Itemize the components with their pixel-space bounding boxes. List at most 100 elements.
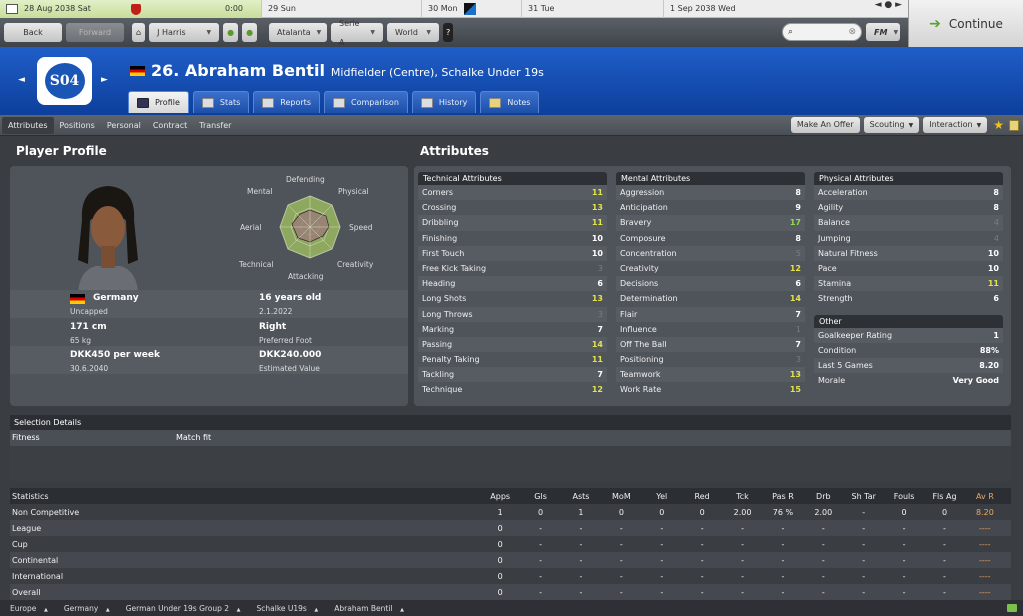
attribute-row[interactable]: Creativity 12: [616, 261, 805, 276]
attribute-row[interactable]: Strength 6: [814, 291, 1003, 306]
previous-player-icon[interactable]: ◄: [18, 75, 25, 85]
scouting-menu[interactable]: Scouting ▼: [863, 117, 920, 133]
attribute-row[interactable]: Long Throws 3: [418, 306, 607, 322]
add-note-icon[interactable]: [1009, 119, 1019, 131]
attribute-row[interactable]: Condition 88%: [814, 343, 1003, 358]
chevron-down-icon: ▼: [893, 28, 899, 36]
forward-button[interactable]: Forward: [66, 23, 124, 42]
statistics-row-label: Non Competitive: [12, 507, 80, 517]
attribute-row[interactable]: Teamwork 13: [616, 367, 805, 383]
statistics-column-header[interactable]: Pas R: [763, 492, 803, 501]
attribute-row[interactable]: Dribbling 11: [418, 215, 607, 231]
club-menu[interactable]: Atalanta ▼: [269, 23, 328, 42]
timeline-day[interactable]: 31 Tue: [522, 0, 664, 18]
timeline-nav-arrows[interactable]: ◄ ● ►: [875, 0, 902, 10]
attribute-row[interactable]: Passing 14: [418, 336, 607, 353]
statistics-column-header[interactable]: Fls Ag: [924, 492, 964, 501]
attribute-row[interactable]: Decisions 6: [616, 276, 805, 292]
timeline-current-day[interactable]: 28 Aug 2038 Sat 0:00: [0, 0, 262, 18]
attribute-row[interactable]: Composure 8: [616, 231, 805, 246]
back-button[interactable]: Back: [4, 23, 62, 42]
attribute-row[interactable]: Balance 4: [814, 215, 1003, 231]
statistics-column-header[interactable]: Asts: [561, 492, 601, 501]
breadcrumb-item[interactable]: Germany: [64, 604, 110, 613]
tab-stats[interactable]: Stats: [192, 91, 250, 113]
fm-menu[interactable]: FM ▼: [866, 23, 900, 41]
star-icon[interactable]: ★: [993, 118, 1004, 132]
statistics-column-header[interactable]: MoM: [601, 492, 641, 501]
club-badge[interactable]: S04: [37, 57, 92, 105]
breadcrumb-item[interactable]: Schalke U19s: [257, 604, 319, 613]
tab-profile[interactable]: Profile: [128, 91, 189, 113]
attribute-row[interactable]: Stamina 11: [814, 276, 1003, 292]
attribute-row[interactable]: Natural Fitness 10: [814, 245, 1003, 261]
attribute-row[interactable]: Marking 7: [418, 322, 607, 337]
statistics-column-header[interactable]: Gls: [520, 492, 560, 501]
attribute-row[interactable]: Crossing 13: [418, 200, 607, 215]
subtab-transfer[interactable]: Transfer: [193, 117, 237, 134]
attribute-row[interactable]: Aggression 8: [616, 185, 805, 201]
attribute-row[interactable]: First Touch 10: [418, 245, 607, 261]
news-button[interactable]: ●: [242, 23, 258, 42]
make-offer-button[interactable]: Make An Offer: [790, 117, 860, 133]
home-button[interactable]: ⌂: [132, 23, 146, 42]
attribute-row[interactable]: Influence 1: [616, 322, 805, 337]
attribute-row[interactable]: Jumping 4: [814, 231, 1003, 246]
attribute-row[interactable]: Pace 10: [814, 261, 1003, 276]
timeline-day[interactable]: 1 Sep 2038 Wed: [664, 0, 808, 18]
attribute-row[interactable]: Goalkeeper Rating 1: [814, 327, 1003, 343]
tab-history[interactable]: History: [411, 91, 477, 113]
breadcrumb-item[interactable]: Abraham Bentil: [334, 604, 404, 613]
attribute-row[interactable]: Concentration 5: [616, 245, 805, 261]
clear-search-icon[interactable]: ⊗: [848, 27, 856, 37]
interaction-menu[interactable]: Interaction ▼: [923, 117, 988, 133]
world-menu[interactable]: World ▼: [387, 23, 440, 42]
attribute-row[interactable]: Flair 7: [616, 306, 805, 322]
attribute-row[interactable]: Positioning 3: [616, 352, 805, 367]
statistics-column-header[interactable]: Fouls: [884, 492, 924, 501]
tab-notes[interactable]: Notes: [480, 91, 540, 113]
attribute-row[interactable]: Anticipation 9: [616, 200, 805, 215]
continue-button[interactable]: ➔ Continue: [908, 0, 1023, 47]
search-input[interactable]: ⌕ ⊗: [782, 23, 862, 41]
attribute-row[interactable]: Finishing 10: [418, 231, 607, 246]
manager-menu[interactable]: J Harris ▼: [149, 23, 220, 42]
subtab-personal[interactable]: Personal: [101, 117, 147, 134]
statistics-column-header[interactable]: Drb: [803, 492, 843, 501]
attribute-row[interactable]: Acceleration 8: [814, 185, 1003, 201]
attribute-row[interactable]: Long Shots 13: [418, 291, 607, 306]
timeline-day[interactable]: 30 Mon: [422, 0, 522, 18]
statistics-column-header[interactable]: Red: [682, 492, 722, 501]
attribute-row[interactable]: Bravery 17: [616, 215, 805, 231]
inbox-button[interactable]: ●: [223, 23, 239, 42]
subtab-attributes[interactable]: Attributes: [2, 117, 54, 134]
subtab-positions[interactable]: Positions: [54, 117, 101, 134]
attribute-row[interactable]: Tackling 7: [418, 367, 607, 383]
subtab-contract[interactable]: Contract: [147, 117, 193, 134]
attribute-row[interactable]: Last 5 Games 8.20: [814, 357, 1003, 374]
attribute-row[interactable]: Agility 8: [814, 200, 1003, 215]
attribute-row[interactable]: Heading 6: [418, 276, 607, 292]
attribute-value: 14: [591, 339, 603, 349]
attribute-row[interactable]: Off The Ball 7: [616, 336, 805, 353]
next-player-icon[interactable]: ►: [101, 75, 108, 85]
nationality[interactable]: Germany: [93, 293, 139, 303]
attribute-row[interactable]: Free Kick Taking 3: [418, 261, 607, 276]
attribute-row[interactable]: Penalty Taking 11: [418, 352, 607, 367]
breadcrumb-item[interactable]: German Under 19s Group 2: [126, 604, 241, 613]
attribute-row[interactable]: Morale Very Good: [814, 373, 1003, 388]
attribute-row[interactable]: Work Rate 15: [616, 382, 805, 397]
statistics-column-header[interactable]: Tck: [722, 492, 762, 501]
attribute-row[interactable]: Corners 11: [418, 185, 607, 201]
statistics-column-header[interactable]: Av R: [965, 492, 1005, 501]
tab-reports[interactable]: Reports: [253, 91, 320, 113]
breadcrumb-item[interactable]: Europe: [10, 604, 48, 613]
tab-comparison[interactable]: Comparison: [323, 91, 408, 113]
help-button[interactable]: ?: [443, 23, 454, 42]
statistics-column-header[interactable]: Sh Tar: [844, 492, 884, 501]
league-menu[interactable]: Serie A ▼: [331, 19, 384, 47]
attribute-row[interactable]: Technique 12: [418, 382, 607, 397]
statistics-column-header[interactable]: Apps: [480, 492, 520, 501]
statistics-column-header[interactable]: Yel: [642, 492, 682, 501]
attribute-row[interactable]: Determination 14: [616, 291, 805, 306]
